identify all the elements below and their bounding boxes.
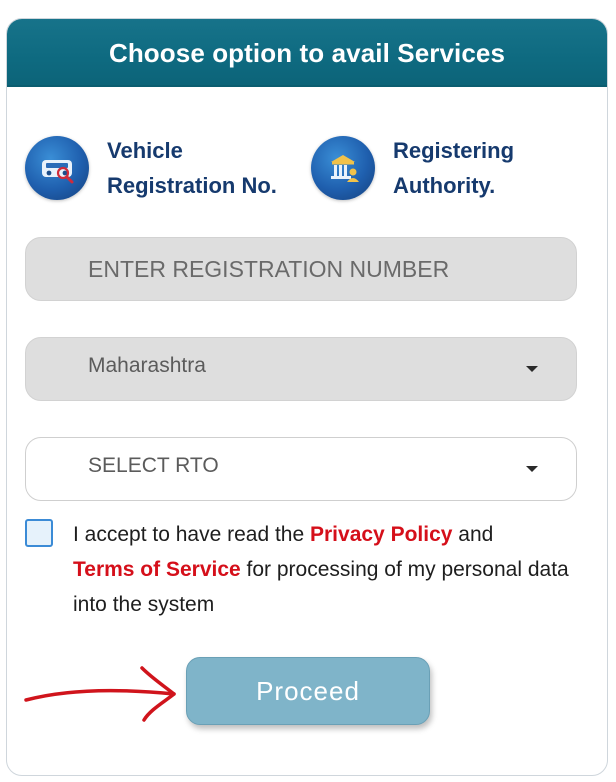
chevron-down-icon: [526, 466, 538, 472]
vehicle-registration-label: Vehicle Registration No.: [107, 138, 277, 198]
chevron-down-icon: [526, 366, 538, 372]
state-select-value: Maharashtra: [88, 354, 206, 377]
registration-number-field[interactable]: [25, 237, 577, 301]
vehicle-registration-icon: [25, 136, 89, 200]
option-registering-authority[interactable]: Registering Authority.: [311, 133, 514, 203]
header-title: Choose option to avail Services: [108, 37, 506, 68]
card-header: Choose option to avail Services: [7, 19, 607, 87]
registering-authority-icon: [311, 136, 375, 200]
consent-checkbox[interactable]: [25, 519, 53, 547]
rto-select-value: SELECT RTO: [88, 454, 219, 477]
option-vehicle-registration[interactable]: Vehicle Registration No.: [25, 133, 277, 203]
privacy-policy-link[interactable]: Privacy Policy: [310, 523, 452, 546]
registration-number-input[interactable]: [26, 238, 576, 300]
service-options: Vehicle Registration No. Registering Aut…: [25, 133, 595, 203]
consent-text: I accept to have read the Privacy Policy…: [73, 523, 569, 616]
annotation-arrow-icon: [24, 666, 176, 722]
state-select[interactable]: Maharashtra: [25, 337, 577, 401]
terms-of-service-link[interactable]: Terms of Service: [73, 558, 241, 581]
registering-authority-label: Registering Authority.: [393, 138, 515, 198]
proceed-label: Proceed: [256, 675, 360, 706]
rto-select[interactable]: SELECT RTO: [25, 437, 577, 501]
proceed-button[interactable]: Proceed: [186, 657, 430, 725]
